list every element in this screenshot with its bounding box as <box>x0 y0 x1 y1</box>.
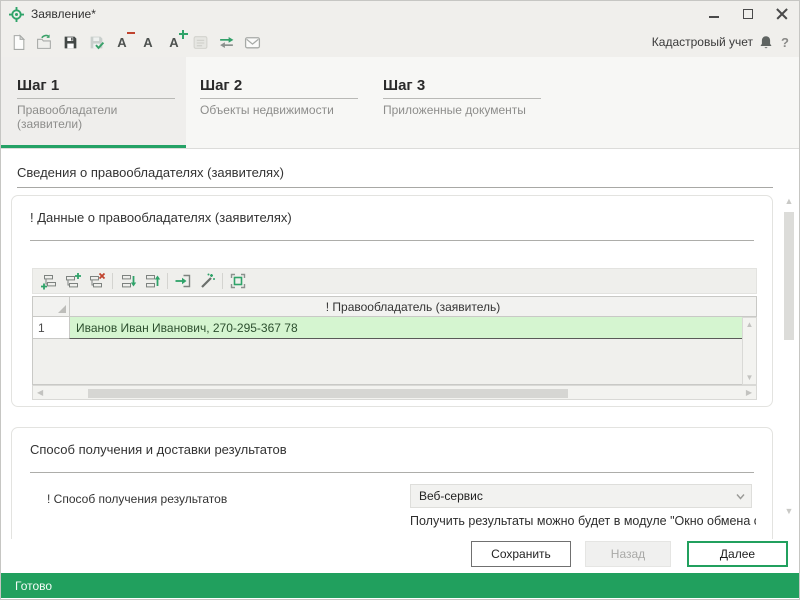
expand-selection-icon[interactable] <box>226 270 250 292</box>
move-up-icon[interactable] <box>140 270 164 292</box>
table-column-header[interactable]: ! Правообладатель (заявитель) <box>69 296 757 317</box>
table-horizontal-scrollbar[interactable]: ◀ ▶ <box>32 385 757 400</box>
help-icon[interactable]: ? <box>779 35 791 50</box>
toolbar-separator <box>167 273 168 289</box>
font-increase-glyph: A <box>169 36 178 49</box>
application-window: Заявление* A A A <box>0 0 800 600</box>
font-default-icon[interactable]: A <box>137 31 159 53</box>
table-header-row: ! Правообладатель (заявитель) <box>32 296 757 317</box>
add-row-icon[interactable] <box>37 270 61 292</box>
vertical-scroll-thumb[interactable] <box>784 212 794 340</box>
owners-group-box: ! Данные о правообладателях (заявителях) <box>11 195 773 407</box>
form-content: Сведения о правообладателях (заявителях)… <box>1 149 799 539</box>
status-text: Готово <box>15 579 52 593</box>
maximize-icon <box>743 9 753 19</box>
open-refresh-icon[interactable] <box>33 31 55 53</box>
delivery-group-box: Способ получения и доставки результатов … <box>11 427 773 539</box>
import-icon[interactable] <box>171 270 195 292</box>
chevron-down-icon <box>736 493 745 500</box>
table-vertical-scrollbar[interactable]: ▲ ▼ <box>742 317 757 385</box>
send-envelope-icon[interactable] <box>241 31 263 53</box>
minimize-icon <box>709 16 719 18</box>
section-title: Сведения о правообладателях (заявителях) <box>17 165 284 180</box>
tab-step-3-title: Шаг 3 <box>383 77 541 99</box>
scroll-right-icon[interactable]: ▶ <box>746 388 752 397</box>
toolbar-right-group: Кадастровый учет ? <box>652 35 791 50</box>
tab-step-1[interactable]: Шаг 1 Правообладатели (заявители) <box>1 57 186 148</box>
footer-button-bar: Сохранить Назад Далее <box>1 539 799 573</box>
scroll-left-icon[interactable]: ◀ <box>37 388 43 397</box>
result-method-label: ! Способ получения результатов <box>47 492 227 506</box>
result-method-dropdown[interactable]: Веб-сервис <box>410 484 752 508</box>
tab-step-1-subtitle: Правообладатели (заявители) <box>17 103 172 131</box>
exchange-arrows-icon[interactable] <box>215 31 237 53</box>
status-bar: Готово <box>1 573 799 598</box>
delivery-box-divider <box>30 472 754 473</box>
window-controls <box>697 1 799 27</box>
title-bar: Заявление* <box>1 1 799 27</box>
tab-step-2[interactable]: Шаг 2 Объекты недвижимости <box>186 57 369 148</box>
save-icon[interactable] <box>59 31 81 53</box>
new-document-icon[interactable] <box>7 31 29 53</box>
delete-row-icon[interactable] <box>85 270 109 292</box>
delivery-box-title: Способ получения и доставки результатов <box>30 442 287 457</box>
horizontal-scroll-thumb[interactable] <box>88 389 568 398</box>
scroll-down-icon[interactable]: ▼ <box>782 506 796 516</box>
step-tabs: Шаг 1 Правообладатели (заявители) Шаг 2 … <box>1 57 799 149</box>
tab-step-2-subtitle: Объекты недвижимости <box>200 103 355 117</box>
row-value-cell[interactable]: Иванов Иван Иванович, 270-295-367 78 <box>69 317 757 339</box>
corner-triangle-icon <box>58 305 66 313</box>
font-decrease-glyph: A <box>117 36 126 49</box>
save-button[interactable]: Сохранить <box>471 541 571 567</box>
section-divider <box>17 187 773 188</box>
table-row[interactable]: 1 Иванов Иван Иванович, 270-295-367 78 <box>32 317 757 339</box>
result-method-hint: Получить результаты можно будет в модуле… <box>410 514 756 528</box>
table-empty-area <box>32 339 757 385</box>
close-icon <box>776 8 788 20</box>
toolbar-separator <box>222 273 223 289</box>
page-vertical-scrollbar[interactable]: ▲ ▼ <box>782 196 796 516</box>
maximize-button[interactable] <box>731 1 765 27</box>
save-check-icon[interactable] <box>85 31 107 53</box>
font-default-glyph: A <box>143 36 152 49</box>
minimize-button[interactable] <box>697 1 731 27</box>
module-label: Кадастровый учет <box>652 35 753 49</box>
move-down-icon[interactable] <box>116 270 140 292</box>
row-number-cell[interactable]: 1 <box>32 317 69 339</box>
scroll-down-icon[interactable]: ▼ <box>746 373 754 382</box>
add-child-row-icon[interactable] <box>61 270 85 292</box>
table-toolbar <box>32 268 757 294</box>
result-method-value: Веб-сервис <box>419 489 483 503</box>
tab-step-3[interactable]: Шаг 3 Приложенные документы <box>369 57 552 148</box>
table-corner-cell[interactable] <box>32 296 69 317</box>
owners-table: ! Правообладатель (заявитель) 1 Иванов И… <box>32 296 757 400</box>
back-button[interactable]: Назад <box>585 541 671 567</box>
main-toolbar: A A A Кадастровый учет ? <box>1 27 799 57</box>
scroll-up-icon[interactable]: ▲ <box>782 196 796 206</box>
scroll-up-icon[interactable]: ▲ <box>746 320 754 329</box>
font-decrease-icon[interactable]: A <box>111 31 133 53</box>
tab-step-3-subtitle: Приложенные документы <box>383 103 538 117</box>
next-button[interactable]: Далее <box>687 541 788 567</box>
window-title: Заявление* <box>31 7 96 21</box>
export-disabled-icon <box>189 31 211 53</box>
close-button[interactable] <box>765 1 799 27</box>
app-target-icon <box>9 7 24 22</box>
toolbar-separator <box>112 273 113 289</box>
tab-step-2-title: Шаг 2 <box>200 77 358 99</box>
notification-bell-icon[interactable] <box>759 35 773 50</box>
owners-box-title: ! Данные о правообладателях (заявителях) <box>30 210 292 225</box>
auto-fill-wand-icon[interactable] <box>195 270 219 292</box>
owners-box-divider <box>30 240 754 241</box>
font-increase-icon[interactable]: A <box>163 31 185 53</box>
tab-step-1-title: Шаг 1 <box>17 77 175 99</box>
